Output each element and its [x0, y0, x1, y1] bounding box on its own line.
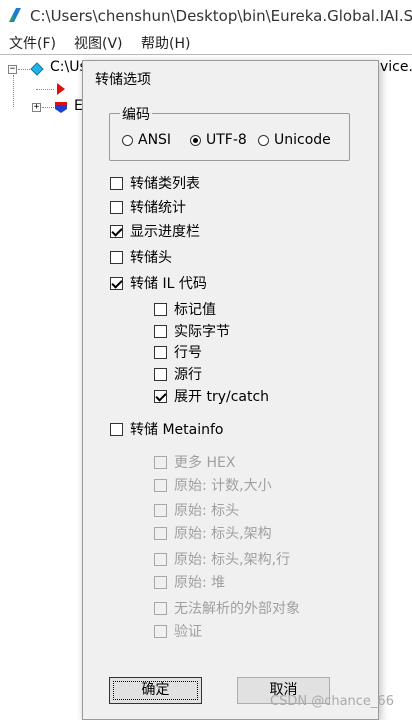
radio-utf8-indicator: [190, 134, 201, 146]
checkbox-indicator: [154, 389, 167, 403]
checkbox-dump-metainfo[interactable]: 转储 Metainfo: [110, 419, 223, 439]
watermark: CSDN @chance_66: [270, 694, 394, 709]
assembly-icon: [30, 62, 44, 80]
checkbox-label: 转储统计: [130, 200, 186, 216]
checkbox-indicator: [154, 552, 167, 566]
radio-unicode[interactable]: Unicode: [258, 132, 331, 148]
checkbox-label: 源行: [174, 367, 202, 383]
checkbox-source-lines[interactable]: 源行: [154, 364, 202, 384]
title-bar: C:\Users\chenshun\Desktop\bin\Eureka.Glo…: [0, 0, 412, 32]
checkbox-actual-bytes[interactable]: 实际字节: [154, 321, 230, 341]
checkbox-indicator: [110, 250, 123, 264]
radio-ansi[interactable]: ANSI: [122, 132, 171, 148]
radio-utf8[interactable]: UTF-8: [190, 132, 247, 148]
radio-unicode-label: Unicode: [274, 132, 331, 148]
checkbox-label: 更多 HEX: [174, 455, 236, 471]
radio-utf8-label: UTF-8: [206, 132, 247, 148]
radio-ansi-indicator: [122, 134, 133, 146]
manifest-icon: [56, 82, 66, 100]
checkbox-label: 原始: 标头,架构: [174, 526, 272, 542]
checkbox-indicator: [154, 601, 167, 615]
checkbox-more-hex: 更多 HEX: [154, 452, 235, 472]
checkbox-label: 原始: 计数,大小: [174, 478, 272, 494]
tree-line: [18, 69, 30, 70]
checkbox-unresolved-externals: 无法解析的外部对象: [154, 598, 300, 618]
checkbox-indicator: [154, 455, 167, 469]
namespace-icon: [54, 100, 68, 118]
radio-ansi-label: ANSI: [138, 132, 172, 148]
menu-help[interactable]: 帮助(H): [141, 33, 190, 53]
menu-view[interactable]: 视图(V): [74, 33, 123, 53]
checkbox-label: 原始: 堆: [174, 575, 226, 591]
checkbox-indicator: [154, 345, 167, 359]
checkbox-dump-header[interactable]: 转储头: [110, 247, 172, 267]
checkbox-raw-heaps: 原始: 堆: [154, 572, 225, 592]
checkbox-label: 显示进度栏: [130, 224, 200, 240]
checkbox-indicator: [110, 422, 123, 436]
checkbox-raw-header: 原始: 标头: [154, 500, 239, 520]
tree-line: [42, 107, 54, 108]
tree-expand-icon[interactable]: +: [32, 103, 41, 112]
checkbox-label: 无法解析的外部对象: [174, 601, 300, 617]
checkbox-expand-try-catch[interactable]: 展开 try/catch: [154, 386, 269, 406]
menu-bar: 文件(F) 视图(V) 帮助(H): [0, 32, 412, 54]
checkbox-dump-statistics[interactable]: 转储统计: [110, 197, 186, 217]
encoding-group-label: 编码: [120, 104, 152, 124]
checkbox-indicator: [154, 302, 167, 316]
checkbox-label: 原始: 标头: [174, 503, 240, 519]
dialog-title: 转储选项: [95, 72, 151, 88]
checkbox-dump-il-code[interactable]: 转储 IL 代码: [110, 273, 207, 293]
menu-file[interactable]: 文件(F): [9, 33, 56, 53]
checkbox-indicator: [154, 478, 167, 492]
checkbox-label: 标记值: [174, 302, 216, 318]
checkbox-indicator: [110, 176, 123, 190]
checkbox-validate: 验证: [154, 621, 202, 641]
checkbox-label: 转储 Metainfo: [130, 422, 224, 438]
checkbox-indicator: [110, 276, 123, 290]
checkbox-raw-counts-sizes: 原始: 计数,大小: [154, 475, 272, 495]
tree-line: [13, 75, 14, 107]
checkbox-label: 转储头: [130, 250, 172, 266]
tree-line: [36, 89, 54, 90]
checkbox-label: 行号: [174, 345, 202, 361]
checkbox-label: 实际字节: [174, 324, 230, 340]
checkbox-label: 转储 IL 代码: [130, 276, 207, 292]
tree-root-label-suffix: vice.c: [380, 59, 412, 75]
checkbox-indicator: [154, 367, 167, 381]
checkbox-label: 转储类列表: [130, 176, 200, 192]
dump-options-dialog: 转储选项 编码 ANSI UTF-8 Unicode 转储类列表 转储统计 显示…: [82, 60, 379, 720]
app-icon: [6, 6, 24, 28]
checkbox-raw-header-schema: 原始: 标头,架构: [154, 523, 272, 543]
checkbox-label: 验证: [174, 624, 202, 640]
checkbox-label: 原始: 标头,架构,行: [174, 552, 291, 568]
checkbox-raw-header-schema-rows: 原始: 标头,架构,行: [154, 549, 290, 569]
checkbox-indicator: [154, 324, 167, 338]
radio-unicode-indicator: [258, 134, 269, 146]
checkbox-indicator: [154, 575, 167, 589]
checkbox-indicator: [154, 526, 167, 540]
window-title: C:\Users\chenshun\Desktop\bin\Eureka.Glo…: [30, 7, 412, 25]
tree-collapse-icon[interactable]: −: [8, 65, 17, 74]
checkbox-dump-class-list[interactable]: 转储类列表: [110, 173, 200, 193]
checkbox-show-progress-bar[interactable]: 显示进度栏: [110, 221, 200, 241]
checkbox-indicator: [154, 503, 167, 517]
checkbox-indicator: [110, 200, 123, 214]
ok-button[interactable]: 确定: [109, 677, 202, 704]
checkbox-line-numbers[interactable]: 行号: [154, 342, 202, 362]
checkbox-indicator: [110, 224, 123, 238]
checkbox-label: 展开 try/catch: [174, 389, 270, 405]
checkbox-token-values[interactable]: 标记值: [154, 299, 216, 319]
encoding-group: 编码 ANSI UTF-8 Unicode: [109, 104, 350, 161]
checkbox-indicator: [154, 624, 167, 638]
